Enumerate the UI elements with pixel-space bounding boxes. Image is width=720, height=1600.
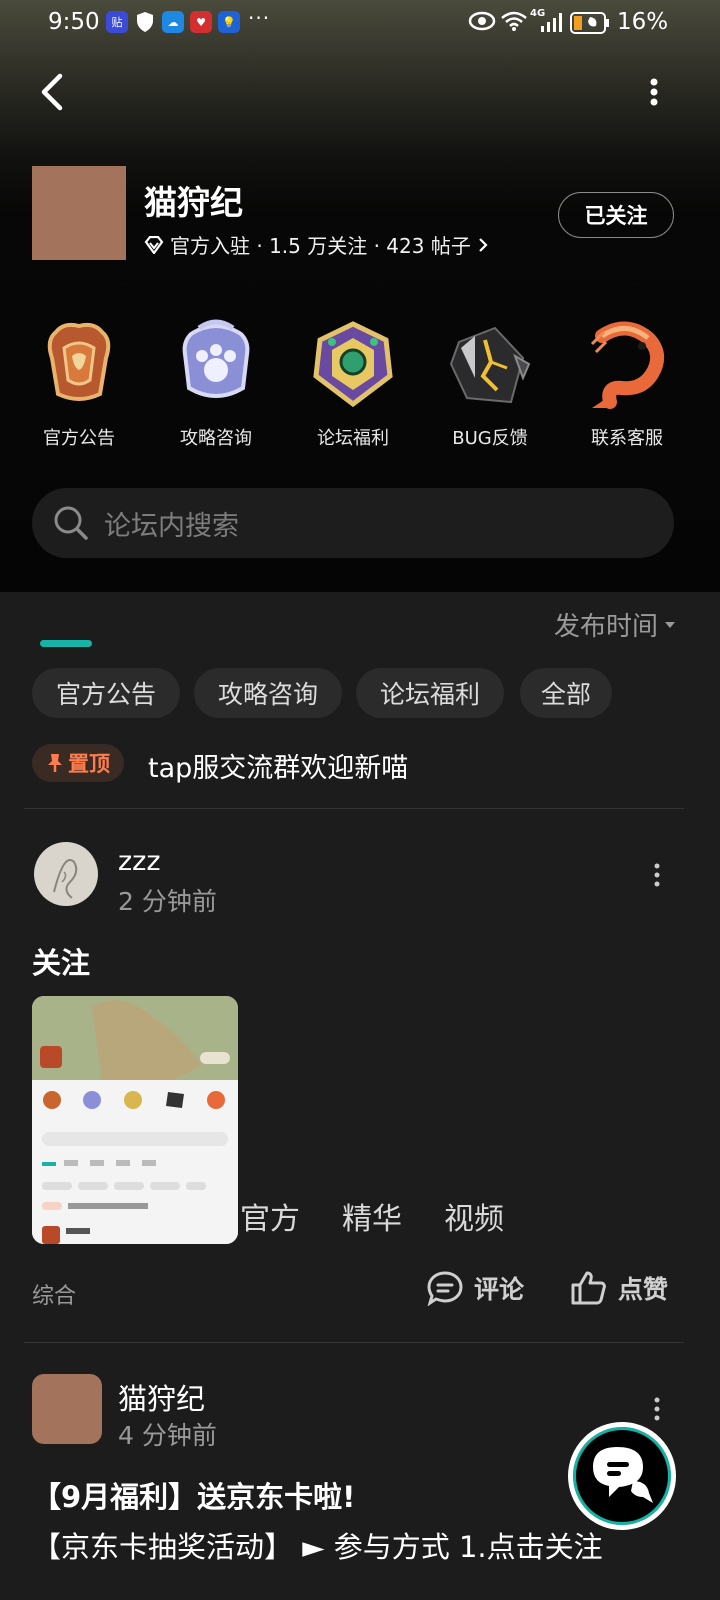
sort-dropdown[interactable]: 发布时间: [554, 606, 676, 643]
follow-button[interactable]: 已关注: [558, 192, 674, 238]
pinned-badge: 置顶: [32, 744, 124, 782]
post-author[interactable]: zzz: [118, 846, 161, 877]
koi-fish-icon: [582, 318, 672, 410]
calendar-icon: 贴: [106, 11, 128, 33]
tab-official[interactable]: 官方: [240, 1194, 300, 1238]
divider: [24, 808, 684, 809]
forum-title: 猫狩纪: [144, 183, 243, 222]
comment-button[interactable]: 评论: [426, 1270, 524, 1306]
chip-guides[interactable]: 攻略咨询: [194, 668, 342, 718]
signal-icon: [540, 12, 564, 36]
search-icon: [54, 506, 88, 540]
status-more-dots: ···: [248, 6, 271, 30]
tab-videos[interactable]: 视频: [444, 1194, 504, 1238]
chevron-right-icon: [479, 237, 488, 252]
shortcut-announcements[interactable]: 官方公告: [19, 318, 139, 450]
chat-fab-button[interactable]: [568, 1422, 676, 1530]
announcement-badge-icon: [34, 318, 124, 410]
status-time: 9:50: [48, 9, 100, 35]
tab-featured[interactable]: 精华: [342, 1194, 402, 1238]
vertical-dots-icon: [650, 78, 658, 106]
forum-page: 9:50 贴 ☁ ♥ 💡 ··· 4G 16% 猫狩纪 官方入驻 · 1.5 万…: [0, 0, 720, 1600]
gem-badge-icon: [308, 318, 398, 410]
vertical-dots-icon: [654, 863, 660, 887]
shield-icon: [134, 11, 156, 33]
bulb-icon: 💡: [218, 11, 240, 33]
post-more-button[interactable]: [652, 862, 662, 890]
status-app-icons: 贴 ☁ ♥ 💡: [106, 11, 240, 33]
post-time: 4 分钟前: [118, 1421, 217, 1450]
shortcut-bug-report[interactable]: BUG反馈: [430, 318, 550, 450]
pinned-post-title[interactable]: tap服交流群欢迎新喵: [148, 746, 408, 785]
sort-label: 发布时间: [554, 612, 659, 642]
forum-meta-text: 官方入驻 · 1.5 万关注 · 423 帖子: [170, 234, 471, 258]
pin-icon: [48, 754, 62, 772]
shortcut-support[interactable]: 联系客服: [567, 318, 687, 450]
post-title[interactable]: 关注: [32, 940, 90, 982]
shortcut-label: 攻略咨询: [180, 428, 252, 449]
shortcut-guides[interactable]: 攻略咨询: [156, 318, 276, 450]
post-more-button[interactable]: [652, 1396, 662, 1424]
paw-badge-icon: [171, 318, 261, 410]
forum-avatar[interactable]: [32, 166, 126, 260]
battery-percent: 16%: [617, 9, 669, 35]
thumbs-up-icon: [571, 1271, 606, 1305]
post-image-thumbnail[interactable]: [32, 996, 238, 1244]
like-button[interactable]: 点赞: [570, 1270, 668, 1306]
post-title[interactable]: 【9月福利】送京东卡啦!: [32, 1474, 355, 1516]
active-tab-indicator: [40, 640, 92, 647]
back-button[interactable]: [34, 70, 74, 114]
chevron-left-icon: [41, 73, 63, 111]
like-label: 点赞: [618, 1275, 669, 1304]
shortcut-label: 联系客服: [591, 428, 663, 449]
eye-icon: [468, 10, 496, 36]
divider: [24, 1342, 684, 1343]
shortcut-benefits[interactable]: 论坛福利: [293, 318, 413, 450]
comment-icon: [427, 1271, 463, 1306]
forum-meta[interactable]: 官方入驻 · 1.5 万关注 · 423 帖子: [144, 230, 489, 259]
post-category[interactable]: 综合: [32, 1278, 76, 1310]
caret-down-icon: [665, 621, 676, 628]
cracked-stone-icon: [445, 318, 535, 410]
battery-icon: [570, 12, 610, 38]
health-icon: ♥: [190, 11, 212, 33]
post-body-preview[interactable]: 【京东卡抽奖活动】 ► 参与方式 1.点击关注: [32, 1524, 603, 1566]
pinned-badge-label: 置顶: [68, 752, 110, 776]
shortcut-label: 官方公告: [43, 428, 115, 449]
weather-icon: ☁: [162, 11, 184, 33]
vertical-dots-icon: [654, 1397, 660, 1421]
more-options-button[interactable]: [642, 74, 666, 110]
chip-benefits[interactable]: 论坛福利: [356, 668, 504, 718]
wifi-icon: [500, 10, 528, 36]
forum-search-input[interactable]: 论坛内搜索: [32, 488, 674, 558]
avatar[interactable]: [34, 842, 98, 906]
comment-label: 评论: [474, 1275, 525, 1304]
post-author[interactable]: 猫狩纪: [118, 1376, 205, 1418]
diamond-icon: [144, 235, 164, 254]
shortcut-label: 论坛福利: [317, 428, 389, 449]
chip-announcements[interactable]: 官方公告: [32, 668, 180, 718]
status-bar: 9:50 贴 ☁ ♥ 💡 ··· 4G 16%: [0, 0, 720, 46]
avatar[interactable]: [32, 1374, 102, 1444]
post-time: 2 分钟前: [118, 887, 217, 916]
chip-all[interactable]: 全部: [520, 668, 612, 718]
chat-bubble-icon: [593, 1447, 653, 1503]
shortcut-label: BUG反馈: [452, 428, 528, 449]
search-placeholder: 论坛内搜索: [104, 510, 239, 542]
